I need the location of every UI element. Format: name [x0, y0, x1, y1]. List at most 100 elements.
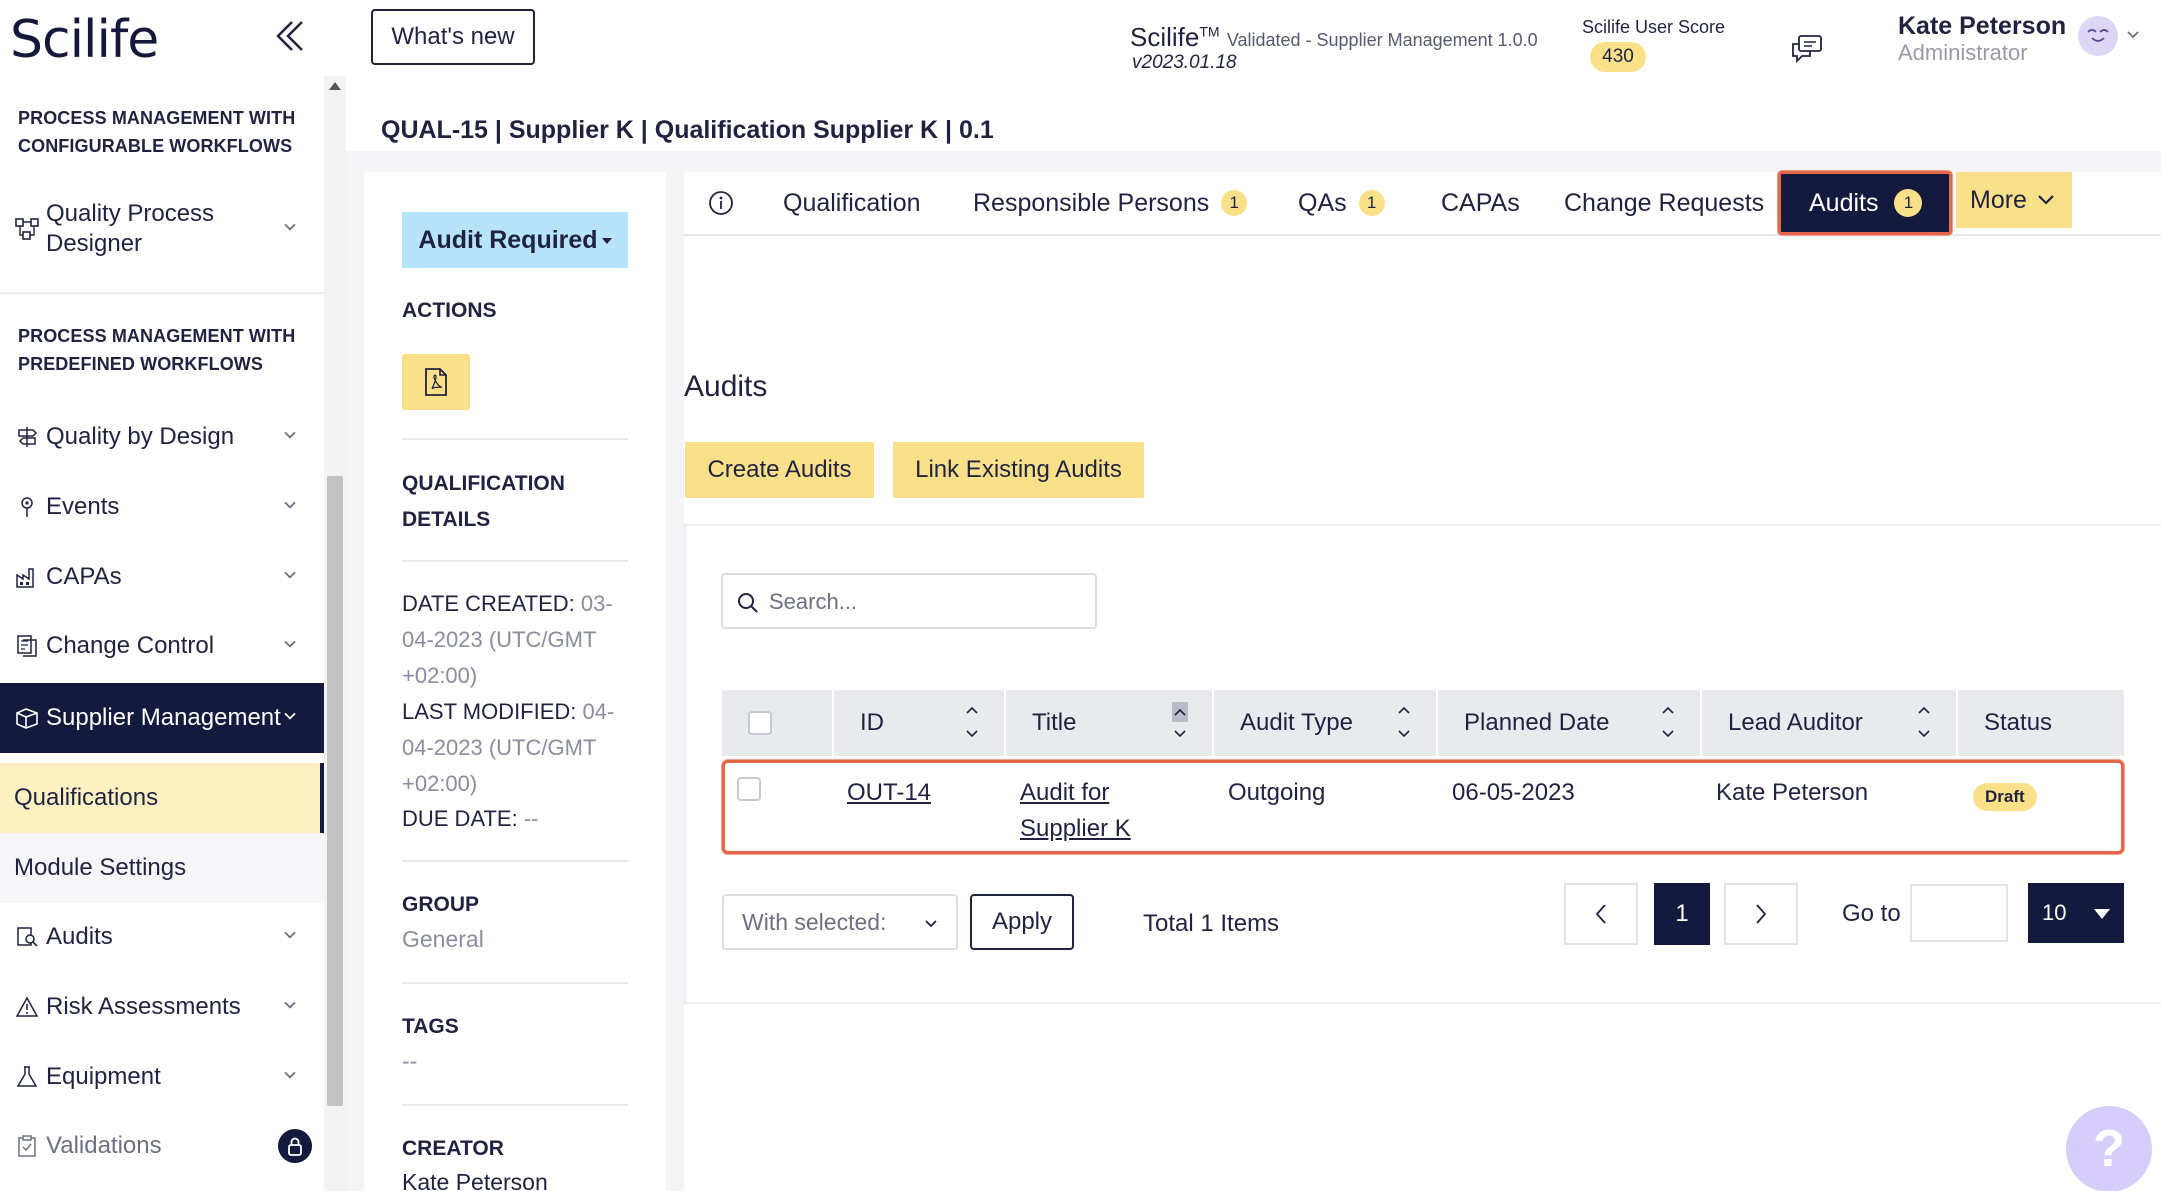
sidebar-item-quality-by-design[interactable]: Quality by Design [0, 404, 324, 470]
column-header-planned-date[interactable]: Planned Date [1436, 690, 1700, 756]
actions-label: ACTIONS [402, 299, 497, 322]
help-button[interactable]: ? [2066, 1106, 2152, 1191]
sidebar-item-risk-assessments[interactable]: Risk Assessments [0, 974, 324, 1040]
bulk-action-select[interactable]: With selected: [722, 894, 958, 950]
audit-title-link[interactable]: Audit for Supplier K [1020, 775, 1131, 847]
status-cell: Draft [1973, 777, 2037, 813]
sidebar-item-label: Validations [46, 1132, 162, 1159]
due-date-value: -- [523, 806, 539, 831]
whats-new-button[interactable]: What's new [371, 9, 535, 65]
chevron-left-icon [1595, 904, 1606, 924]
details-divider [402, 560, 628, 562]
tab-count-badge: 1 [1221, 190, 1248, 216]
search-icon [738, 593, 758, 613]
create-audits-button[interactable]: Create Audits [685, 442, 874, 498]
user-score-badge[interactable]: 430 [1590, 42, 1646, 72]
tags-label: TAGS [402, 1015, 459, 1038]
audit-title-line: Supplier K [1020, 815, 1131, 842]
column-label: Status [1984, 709, 2053, 736]
next-page-button[interactable] [1724, 883, 1798, 945]
column-header-id[interactable]: ID [832, 690, 1004, 756]
sidebar-item-label: CAPAs [46, 563, 122, 590]
apply-button[interactable]: Apply [970, 894, 1074, 950]
chevron-down-icon [284, 571, 296, 579]
chevron-down-icon [2038, 195, 2054, 205]
export-pdf-button[interactable] [402, 354, 470, 410]
sidebar-item-events[interactable]: Events [0, 474, 324, 540]
chevron-down-icon [284, 1001, 296, 1009]
audit-search-icon [12, 922, 42, 952]
tab-label: QAs [1298, 189, 1347, 217]
details-divider [402, 860, 628, 862]
sidebar-item-label: Risk Assessments [46, 993, 241, 1020]
sidebar-item-capas[interactable]: CAPAs [0, 544, 324, 610]
lead-auditor-cell: Kate Peterson [1716, 779, 1869, 806]
chevron-down-icon[interactable] [2126, 28, 2140, 42]
sidebar-item-equipment[interactable]: Equipment [0, 1044, 324, 1110]
chevron-down-icon [925, 920, 937, 928]
collapse-sidebar-icon[interactable] [270, 16, 310, 56]
sort-icon[interactable] [1660, 700, 1676, 744]
tab-qas[interactable]: QAs 1 [1298, 186, 1385, 220]
goto-page-input[interactable] [1910, 884, 2008, 942]
search-input[interactable] [769, 585, 1079, 619]
tab-capas[interactable]: CAPAs [1441, 186, 1520, 220]
lock-icon [278, 1129, 312, 1163]
tab-label: Responsible Persons [973, 189, 1210, 217]
info-icon[interactable] [708, 190, 734, 216]
box-icon [12, 703, 42, 733]
sort-icon[interactable] [1396, 700, 1412, 744]
sidebar-item-quality-process-designer[interactable]: Quality Process Designer [0, 196, 324, 262]
audit-id-link[interactable]: OUT-14 [847, 775, 931, 811]
tab-responsible-persons[interactable]: Responsible Persons 1 [973, 186, 1248, 220]
sort-ascending-icon[interactable] [1172, 700, 1188, 744]
sidebar-item-audits[interactable]: Audits [0, 904, 324, 970]
link-existing-audits-button[interactable]: Link Existing Audits [893, 442, 1144, 498]
sidebar-item-supplier-management[interactable]: Supplier Management [0, 683, 324, 753]
page-size-select[interactable]: 10 [2028, 883, 2124, 943]
total-items: Total 1 Items [1143, 910, 1280, 937]
table-header: ID Title Audit Type Planned Date Lead Au… [722, 690, 2124, 756]
avatar-face-icon [2087, 29, 2109, 42]
app-subtitle: Validated - Supplier Management 1.0.0 [1226, 30, 1538, 50]
more-tabs-button[interactable]: More [1956, 172, 2072, 228]
sort-icon[interactable] [964, 700, 980, 744]
sidebar-item-label: Supplier Management [46, 704, 281, 731]
flask-icon [12, 1062, 42, 1092]
date-created-label: DATE CREATED: [402, 591, 575, 616]
user-name[interactable]: Kate Peterson [1898, 12, 2066, 41]
sidebar: Scilife PROCESS MANAGEMENT WITH CONFIGUR… [0, 0, 324, 1191]
audit-title-line: Audit for [1020, 779, 1110, 806]
sidebar-item-label: Equipment [46, 1063, 161, 1090]
tab-change-requests[interactable]: Change Requests [1564, 186, 1764, 220]
chat-bubbles-icon[interactable] [1790, 34, 1824, 64]
sidebar-subitem-module-settings[interactable]: Module Settings [0, 833, 324, 903]
sidebar-scrollbar[interactable] [324, 76, 346, 1191]
page-title: QUAL-15 | Supplier K | Qualification Sup… [381, 116, 994, 144]
sidebar-item-change-control[interactable]: Change Control [0, 613, 324, 679]
app-title: ScilifeTM Validated - Supplier Managemen… [1130, 22, 1538, 53]
avatar[interactable] [2078, 16, 2118, 56]
status-dropdown-button[interactable]: Audit Required [402, 212, 628, 268]
tab-audits[interactable]: Audits 1 [1778, 171, 1952, 235]
sort-icon[interactable] [1916, 700, 1932, 744]
sidebar-item-label: Events [46, 493, 120, 520]
sidebar-subitem-qualifications[interactable]: Qualifications [0, 763, 324, 833]
chevron-down-icon [284, 223, 296, 231]
prev-page-button[interactable] [1564, 883, 1638, 945]
select-all-checkbox[interactable] [748, 711, 772, 735]
scilife-logo[interactable]: Scilife [10, 10, 159, 70]
date-created: DATE CREATED: 03-04-2023 (UTC/GMT +02:00… [402, 586, 634, 694]
section-title: Audits [684, 370, 768, 403]
column-header-lead-auditor[interactable]: Lead Auditor [1700, 690, 1956, 756]
page-1-button[interactable]: 1 [1654, 883, 1710, 945]
sidebar-item-validations[interactable]: Validations [0, 1113, 324, 1179]
row-checkbox[interactable] [737, 777, 761, 801]
chevron-down-icon [284, 712, 296, 720]
column-header-title[interactable]: Title [1004, 690, 1212, 756]
scroll-up-arrow-icon[interactable] [329, 82, 341, 90]
scrollbar-thumb[interactable] [327, 476, 343, 1106]
column-label: ID [860, 709, 884, 736]
tab-qualification[interactable]: Qualification [783, 186, 921, 220]
column-header-audit-type[interactable]: Audit Type [1212, 690, 1436, 756]
